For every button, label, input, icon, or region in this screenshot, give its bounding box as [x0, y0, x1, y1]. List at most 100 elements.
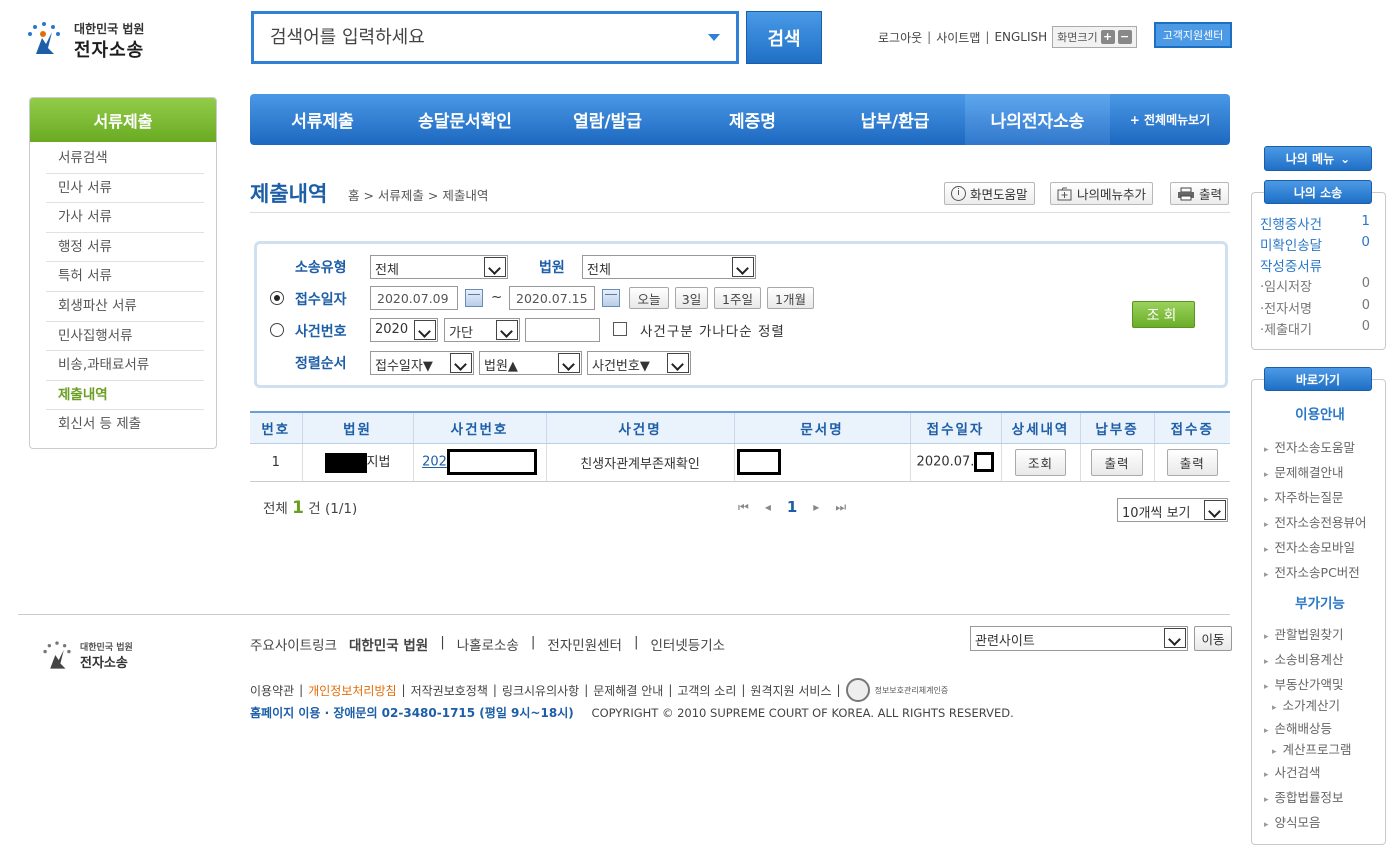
sidebar-item-administrative[interactable]: 행정 서류 [46, 233, 204, 263]
date-to-input[interactable]: 2020.07.15 [509, 286, 595, 310]
unconfirmed-service[interactable]: 미확인송달 0 [1260, 234, 1370, 254]
e-signature[interactable]: ·전자서명 0 [1260, 298, 1370, 317]
link-notice-link[interactable]: 링크시유의사항 [502, 682, 579, 699]
3days-button[interactable]: 3일 [675, 287, 708, 309]
search-button[interactable]: 검색 [746, 11, 822, 64]
shortcut-damages-2[interactable]: 계산프로그램 [1264, 739, 1352, 758]
english-link[interactable]: ENGLISH [994, 30, 1047, 44]
receipt-date-radio[interactable] [270, 291, 284, 305]
next-page-icon[interactable]: ▸ [813, 500, 819, 514]
footer-link-self-litigation[interactable]: 나홀로소송 [457, 634, 519, 654]
zoom-out-icon[interactable]: − [1117, 30, 1132, 44]
troubleshooting-link[interactable]: 문제해결 안내 [593, 682, 663, 699]
shortcut-viewer[interactable]: 전자소송전용뷰어 [1264, 512, 1367, 531]
sidebar-item-civil-execution[interactable]: 민사집행서류 [46, 322, 204, 352]
isms-certification-label: 정보보호관리체계인증 [874, 685, 949, 695]
shortcut-cost-calc[interactable]: 소송비용계산 [1264, 649, 1344, 668]
footer-link-court[interactable]: 대한민국 법원 [349, 634, 428, 654]
drafting-documents[interactable]: 작성중서류 [1260, 255, 1370, 275]
privacy-policy-link[interactable]: 개인정보처리방침 [308, 682, 396, 699]
site-logo[interactable]: 대한민국 법원 전자소송 [24, 14, 154, 64]
page-size-select[interactable]: 10개씩 보기 [1117, 498, 1228, 522]
case-number-input[interactable] [525, 318, 600, 342]
detail-view-button[interactable]: 조회 [1014, 448, 1066, 476]
gnb-item-document-submit[interactable]: 서류제출 [250, 94, 395, 145]
search-submit-button[interactable]: 조회 [1132, 301, 1195, 328]
shortcut-legal-info[interactable]: 종합법률정보 [1264, 787, 1344, 806]
all-menu-button[interactable]: + 전체메뉴보기 [1110, 94, 1230, 145]
last-page-icon[interactable]: ⏭ [835, 500, 846, 515]
chevron-down-icon[interactable] [708, 34, 720, 41]
col-header-case-name: 사건명 [545, 411, 734, 444]
sidebar-item-patent[interactable]: 특허 서류 [46, 262, 204, 292]
shortcut-realestate-value-2[interactable]: 소가계산기 [1264, 695, 1341, 714]
footer-link-registry[interactable]: 인터넷등기소 [651, 634, 726, 654]
lawsuit-type-select[interactable]: 전체 [370, 255, 508, 279]
printer-icon [1178, 187, 1194, 200]
shortcut-pc-version[interactable]: 전자소송PC버전 [1264, 562, 1360, 581]
logout-link[interactable]: 로그아웃 [878, 29, 922, 46]
shortcut-mobile[interactable]: 전자소송모바일 [1264, 537, 1356, 556]
calendar-icon[interactable] [602, 289, 620, 307]
sitemap-link[interactable]: 사이트맵 [936, 29, 980, 46]
sidebar-item-bankruptcy[interactable]: 회생파산 서류 [46, 292, 204, 322]
shortcut-troubleshooting[interactable]: 문제해결안내 [1264, 462, 1344, 481]
temp-saved[interactable]: ·임시저장 0 [1260, 276, 1370, 295]
my-menu-button[interactable]: 나의 메뉴 ⌄ [1264, 146, 1372, 171]
today-button[interactable]: 오늘 [629, 287, 669, 309]
sort-order-3-select[interactable]: 사건번호▼ [587, 351, 691, 375]
shortcut-damages[interactable]: 손해배상등 [1264, 718, 1333, 737]
zoom-in-icon[interactable]: + [1100, 30, 1115, 44]
sort-order-2-select[interactable]: 법원▲ [479, 351, 582, 375]
related-sites-select[interactable]: 관련사이트 [970, 626, 1188, 651]
isms-certification-icon [845, 678, 870, 702]
search-input[interactable] [254, 14, 674, 61]
gnb-item-view-issue[interactable]: 열람/발급 [535, 94, 680, 145]
sidebar-item-family[interactable]: 가사 서류 [46, 203, 204, 233]
current-page[interactable]: 1 [787, 498, 797, 516]
sidebar-item-reply-submit[interactable]: 회신서 등 제출 [46, 410, 204, 440]
cell-case-number[interactable]: 202 [412, 443, 546, 482]
gnb-item-service-check[interactable]: 송달문서확인 [395, 94, 535, 145]
sidebar-item-civil[interactable]: 민사 서류 [46, 174, 204, 204]
sidebar-item-non-contentious[interactable]: 비송,과태료서류 [46, 351, 204, 381]
date-from-input[interactable]: 2020.07.09 [370, 286, 458, 310]
screen-help-button[interactable]: i 화면도움말 [944, 182, 1035, 205]
sidebar-item-submission-history[interactable]: 제출내역 [46, 381, 204, 411]
sort-by-case-type-checkbox[interactable] [613, 322, 627, 336]
gnb-item-certificate[interactable]: 제증명 [680, 94, 825, 145]
customer-voice-link[interactable]: 고객의 소리 [677, 682, 736, 699]
copyright-policy-link[interactable]: 저작권보호정책 [411, 682, 488, 699]
gnb-item-my-efiling[interactable]: 나의전자소송 [965, 94, 1110, 145]
in-progress-cases[interactable]: 진행중사건 1 [1260, 213, 1370, 233]
pending-submission[interactable]: ·제출대기 0 [1260, 319, 1370, 338]
case-year-select[interactable]: 2020 [370, 318, 438, 342]
add-my-menu-button[interactable]: 나의메뉴추가 [1050, 182, 1154, 205]
1week-button[interactable]: 1주일 [714, 287, 761, 309]
terms-link[interactable]: 이용약관 [250, 682, 294, 699]
sidebar-item-document-search[interactable]: 서류검색 [46, 144, 204, 174]
court-select[interactable]: 전체 [582, 255, 756, 279]
footer-link-civil-center[interactable]: 전자민원센터 [547, 634, 622, 654]
shortcut-case-search[interactable]: 사건검색 [1264, 762, 1321, 781]
calendar-icon[interactable] [465, 289, 483, 307]
shortcut-find-court[interactable]: 관할법원찾기 [1264, 624, 1344, 643]
shortcut-faq[interactable]: 자주하는질문 [1264, 487, 1344, 506]
first-page-icon[interactable]: ⏮ [738, 500, 749, 515]
prev-page-icon[interactable]: ◂ [765, 500, 771, 514]
shortcut-realestate-value[interactable]: 부동산가액및 [1264, 674, 1344, 693]
1month-button[interactable]: 1개월 [767, 287, 814, 309]
sort-order-1-select[interactable]: 접수일자▼ [370, 351, 474, 375]
go-button[interactable]: 이동 [1194, 626, 1232, 651]
case-number-radio[interactable] [270, 323, 284, 337]
gnb-item-payment-refund[interactable]: 납부/환급 [825, 94, 965, 145]
shortcut-forms[interactable]: 양식모음 [1264, 812, 1321, 831]
shortcut-efiling-help[interactable]: 전자소송도움말 [1264, 437, 1356, 456]
receipt-print-button[interactable]: 출력 [1166, 448, 1218, 476]
customer-center-button[interactable]: 고객지원센터 [1154, 22, 1232, 48]
remote-support-link[interactable]: 원격지원 서비스 [750, 682, 831, 699]
case-kind-select[interactable]: 가단 [444, 318, 520, 342]
case-number-link[interactable]: 202 [422, 455, 447, 470]
payment-print-button[interactable]: 출력 [1091, 448, 1143, 476]
print-button[interactable]: 출력 [1170, 182, 1230, 205]
